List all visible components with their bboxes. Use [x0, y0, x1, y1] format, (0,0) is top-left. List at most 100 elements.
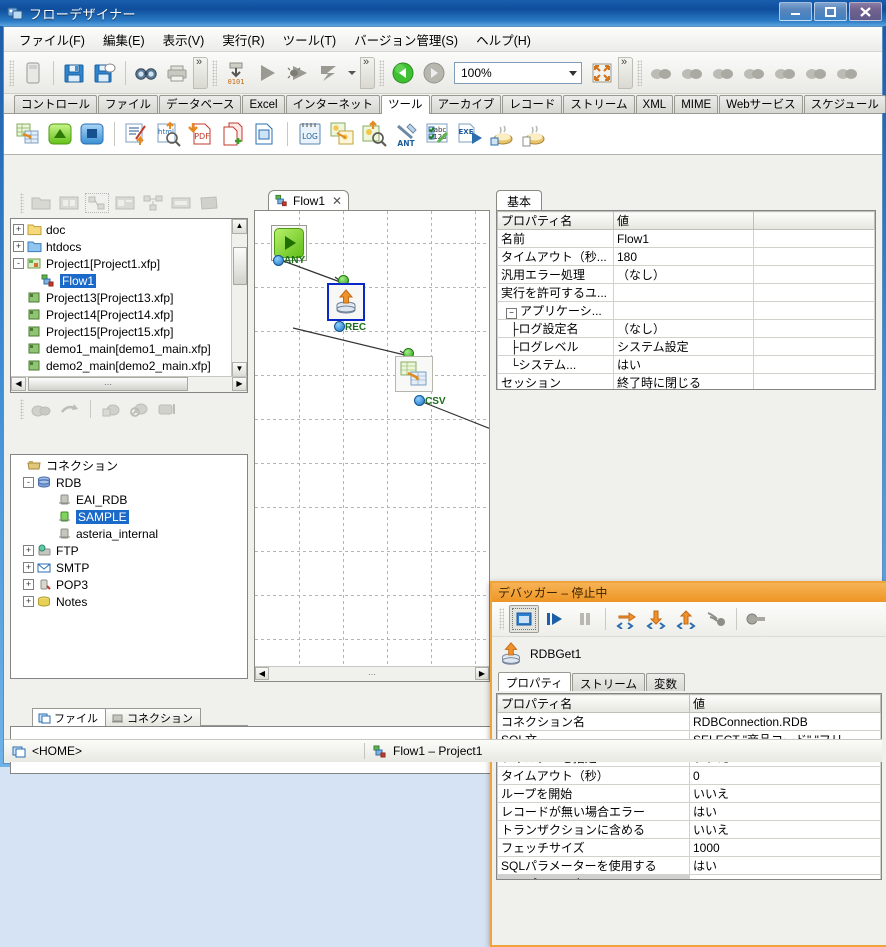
ant-icon[interactable]: ANT [392, 120, 420, 148]
expander-icon[interactable]: - [23, 477, 34, 488]
tree-row[interactable]: + Notes [13, 593, 247, 610]
package-icon[interactable] [198, 194, 220, 212]
palette-tab-excel[interactable]: Excel [242, 95, 285, 113]
palette-tab-xml[interactable]: XML [635, 95, 674, 113]
table-row[interactable]: トランザクションに含める いいえ [497, 820, 881, 839]
scroll-left-button[interactable]: ◀ [255, 667, 269, 680]
property-value[interactable] [689, 874, 881, 879]
tree-row[interactable]: Project13[Project13.xfp] [13, 289, 231, 306]
status-home[interactable]: <HOME> [4, 741, 90, 761]
connection-tree[interactable]: コネクション - RDB EAI_RDB SAMPLE asteria_inte… [10, 454, 248, 679]
mapper-node-output-port[interactable] [414, 395, 425, 406]
table-row[interactable]: SQLパラメーターを使用する はい [497, 856, 881, 875]
scroll-track[interactable]: ⋯ [269, 667, 475, 681]
tree-row[interactable]: SAMPLE [13, 508, 247, 525]
run-to-end-icon[interactable] [541, 606, 569, 632]
menu-run[interactable]: 実行(R) [213, 27, 273, 52]
palette-extra-icon-2[interactable] [677, 58, 707, 88]
menu-file[interactable]: ファイル(F) [10, 27, 94, 52]
flow-canvas[interactable]: ANY REC CSV ◀ ⋯ ▶ [254, 210, 490, 682]
menu-help[interactable]: ヘルプ(H) [467, 27, 540, 52]
step-into-icon[interactable] [642, 606, 670, 632]
palette-extra-icon-4[interactable] [739, 58, 769, 88]
chevron-down-icon[interactable] [569, 70, 577, 76]
print-icon[interactable] [162, 58, 192, 88]
minimize-button[interactable] [779, 2, 812, 21]
property-value[interactable]: システム設定 [613, 337, 754, 356]
property-value[interactable] [613, 301, 754, 320]
expander-icon[interactable]: + [23, 579, 34, 590]
table-row[interactable]: └システム... はい [497, 355, 875, 374]
breakpoint-toggle-icon[interactable] [743, 606, 771, 632]
tree-row[interactable]: + htdocs [13, 238, 231, 255]
toolbar-overflow-button-3[interactable] [618, 56, 633, 89]
image-inspect-icon[interactable] [360, 120, 388, 148]
run-icon[interactable] [252, 58, 282, 88]
doc-write-icon[interactable] [123, 120, 151, 148]
expander-icon[interactable]: + [13, 224, 24, 235]
pdf-export-icon[interactable]: PDF [187, 120, 215, 148]
compile-icon[interactable]: 0101 [221, 58, 251, 88]
panel-grip[interactable] [20, 193, 24, 213]
property-value[interactable]: はい [689, 802, 881, 821]
validate-icon[interactable]: abc 123 [424, 120, 452, 148]
debugger-tab-variable[interactable]: 変数 [645, 673, 685, 691]
debugger-property-table[interactable]: プロパティ名 値 コネクション名 RDBConnection.RDB SQL文 … [496, 693, 882, 880]
rdbget-node[interactable] [327, 283, 365, 321]
zoom-combo[interactable]: 100% [454, 61, 582, 84]
palette-tab-record[interactable]: レコード [502, 95, 563, 113]
property-value[interactable]: （なし） [613, 265, 754, 284]
scroll-down-button[interactable]: ▼ [232, 362, 247, 377]
property-value[interactable]: RDBConnection.RDB [689, 712, 881, 731]
table-row[interactable]: 汎用エラー処理 （なし） [497, 265, 875, 284]
dependency-icon[interactable] [142, 194, 164, 212]
palette-tab-file[interactable]: ファイル [98, 95, 158, 113]
tab-basic[interactable]: 基本 [496, 190, 543, 210]
palette-extra-icon-3[interactable] [708, 58, 738, 88]
tree-row[interactable]: + FTP [13, 542, 247, 559]
exe-icon[interactable]: EXE [456, 120, 484, 148]
tree-row[interactable]: asteria_internal [13, 525, 247, 542]
palette-tab-webservice[interactable]: Webサービス [719, 95, 803, 113]
save-as-icon[interactable] [90, 58, 120, 88]
pause-icon[interactable] [571, 606, 599, 632]
palette-tab-mime[interactable]: MIME [674, 95, 719, 113]
table-row[interactable]: SQLパラメーター [497, 874, 881, 879]
table-row[interactable]: ├ログレベル システム設定 [497, 337, 875, 356]
html-preview-icon[interactable]: html [155, 120, 183, 148]
property-value[interactable]: はい [689, 856, 881, 875]
toolbar-grip[interactable] [212, 59, 217, 86]
palette-tab-database[interactable]: データベース [159, 95, 242, 113]
debug-icon[interactable] [283, 58, 313, 88]
table-row[interactable]: コネクション名 RDBConnection.RDB [497, 712, 881, 731]
dropdown-arrow-icon[interactable] [345, 58, 359, 88]
tab-file[interactable]: ファイル [32, 708, 106, 726]
table-row[interactable]: − アプリケーシ... [497, 301, 875, 320]
canvas-horizontal-scrollbar[interactable]: ◀ ⋯ ▶ [255, 666, 489, 681]
menu-version-control[interactable]: バージョン管理(S) [345, 27, 467, 52]
tree-row[interactable]: + POP3 [13, 576, 247, 593]
status-flow[interactable]: Flow1 – Project1 [365, 741, 490, 761]
tree-row[interactable]: - RDB [13, 474, 247, 491]
start-node-output-port[interactable] [273, 255, 284, 266]
table-row[interactable]: フェッチサイズ 1000 [497, 838, 881, 857]
tree-row[interactable]: Project14[Project14.xfp] [13, 306, 231, 323]
palette-tab-stream[interactable]: ストリーム [563, 95, 635, 113]
tree-row[interactable]: Project15[Project15.xfp] [13, 323, 231, 340]
property-value[interactable]: （なし） [613, 319, 754, 338]
close-icon[interactable]: ✕ [332, 194, 342, 208]
property-value[interactable]: いいえ [689, 820, 881, 839]
tree-row[interactable]: demo1_main[demo1_main.xfp] [13, 340, 231, 357]
palette-tab-internet[interactable]: インターネット [285, 95, 381, 113]
canvas-tab-flow1[interactable]: Flow1 ✕ [268, 190, 350, 210]
palette-tab-schedule[interactable]: スケジュール [803, 95, 886, 113]
scroll-thumb[interactable]: ⋯ [28, 377, 188, 391]
property-value[interactable]: 1000 [689, 838, 881, 857]
toolbar-grip[interactable] [637, 59, 642, 86]
palette-tab-tool[interactable]: ツール [381, 95, 430, 114]
scroll-thumb[interactable] [233, 247, 247, 285]
table-row[interactable]: 実行を許可するユ... [497, 283, 875, 302]
new-flow-icon[interactable] [85, 193, 109, 213]
java-doc-icon[interactable] [520, 120, 548, 148]
toolbar-overflow-button[interactable] [193, 56, 208, 89]
